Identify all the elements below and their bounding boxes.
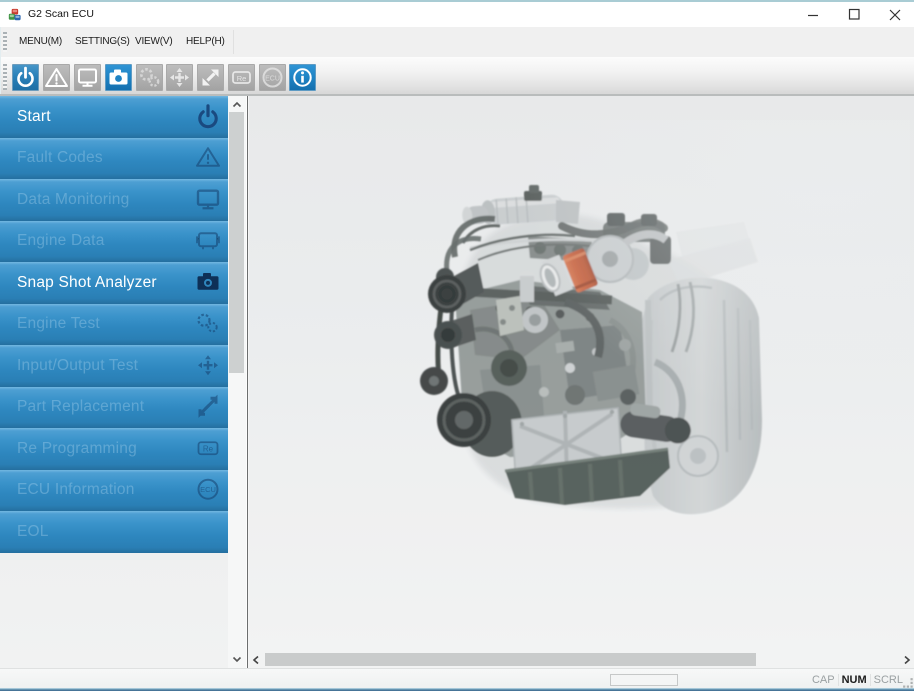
- svg-text:Re: Re: [203, 444, 214, 453]
- svg-text:Re: Re: [237, 74, 247, 83]
- svg-text:ECU: ECU: [265, 75, 280, 82]
- svg-text:ECU: ECU: [200, 485, 216, 494]
